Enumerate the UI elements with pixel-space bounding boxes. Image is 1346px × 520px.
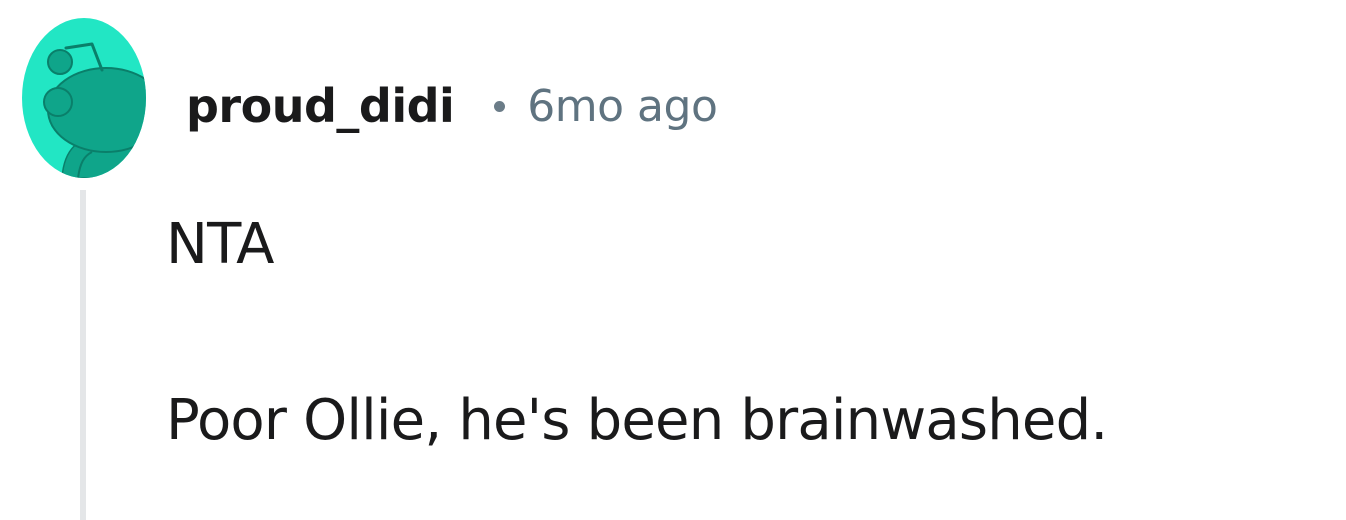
timestamp-link[interactable]: 6mo ago — [527, 81, 718, 132]
reddit-snoo-avatar-icon[interactable] — [22, 18, 146, 178]
comment: proud_didi 6mo ago NTA Poor Ollie, he's … — [0, 0, 1346, 520]
comment-body-line: Poor Ollie, he's been brainwashed. — [166, 388, 1108, 453]
username-link[interactable]: proud_didi — [186, 79, 455, 133]
thread-collapse-line[interactable] — [80, 190, 86, 520]
separator-dot — [494, 100, 506, 112]
comment-body-line: NTA — [166, 212, 274, 277]
comment-header: proud_didi 6mo ago — [186, 74, 718, 138]
